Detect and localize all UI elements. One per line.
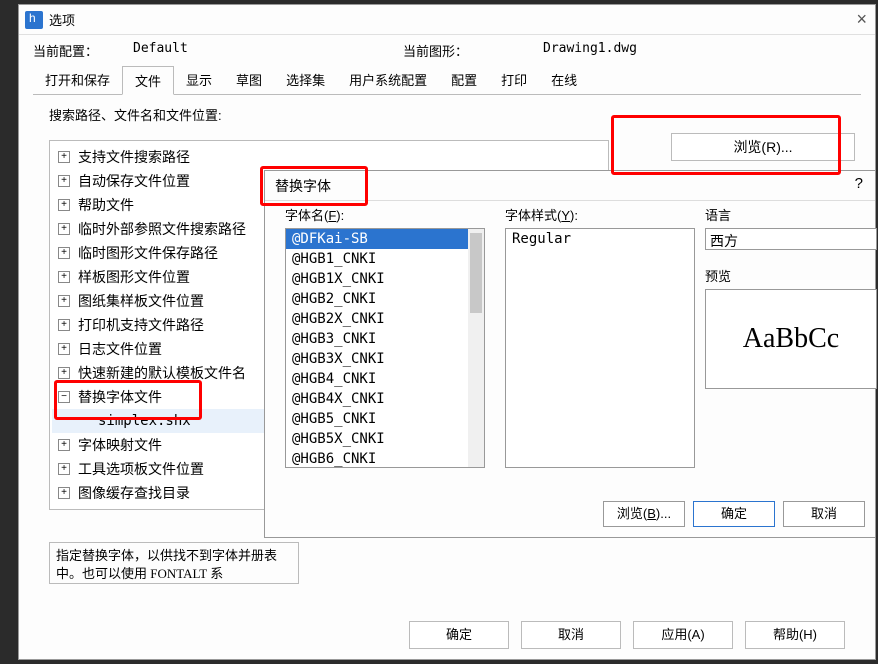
- expand-icon[interactable]: +: [58, 151, 70, 163]
- expand-icon[interactable]: +: [58, 223, 70, 235]
- expand-icon[interactable]: +: [58, 247, 70, 259]
- list-item[interactable]: @HGB3_CNKI: [286, 329, 484, 349]
- preview-label: 预览: [705, 266, 877, 285]
- font-style-column: 字体样式(Y): Regular: [505, 181, 695, 468]
- font-preview: AaBbCc: [705, 289, 877, 389]
- app-logo-icon: [25, 11, 43, 29]
- language-select[interactable]: 西方: [705, 228, 877, 250]
- language-label: 语言: [705, 205, 877, 224]
- expand-icon[interactable]: +: [58, 271, 70, 283]
- list-item[interactable]: @HGB6_CNKI: [286, 449, 484, 468]
- font-lang-preview-column: 语言 西方 预览 AaBbCc: [705, 181, 877, 389]
- browse-button[interactable]: 浏览(R)...: [671, 133, 855, 161]
- expand-icon[interactable]: +: [58, 439, 70, 451]
- expand-icon[interactable]: +: [58, 487, 70, 499]
- tab-bar: 打开和保存 文件 显示 草图 选择集 用户系统配置 配置 打印 在线: [33, 66, 861, 95]
- tab-selection[interactable]: 选择集: [274, 66, 337, 94]
- font-name-listbox[interactable]: @DFKai-SB @HGB1_CNKI @HGB1X_CNKI @HGB2_C…: [285, 228, 485, 468]
- tab-config[interactable]: 配置: [439, 66, 489, 94]
- list-item[interactable]: @HGB5X_CNKI: [286, 429, 484, 449]
- tab-online[interactable]: 在线: [539, 66, 589, 94]
- expand-icon[interactable]: +: [58, 175, 70, 187]
- font-dialog: 替换字体 ? 字体名(F): @DFKai-SB @HGB1_CNKI @HGB…: [264, 170, 876, 538]
- collapse-icon[interactable]: −: [58, 391, 70, 403]
- ok-button[interactable]: 确定: [409, 621, 509, 649]
- close-icon[interactable]: ×: [856, 9, 867, 30]
- window-title: 选项: [49, 10, 75, 29]
- tab-open-save[interactable]: 打开和保存: [33, 66, 122, 94]
- list-item[interactable]: @HGB4X_CNKI: [286, 389, 484, 409]
- description-box: 指定替换字体，以供找不到字体并册表中。也可以使用 FONTALT 系: [49, 542, 299, 584]
- titlebar: 选项 ×: [19, 5, 875, 35]
- dialog-buttons: 确定 取消 应用(A) 帮助(H): [19, 621, 875, 649]
- list-item[interactable]: @HGB5_CNKI: [286, 409, 484, 429]
- font-ok-button[interactable]: 确定: [693, 501, 775, 527]
- cancel-button[interactable]: 取消: [521, 621, 621, 649]
- config-row: 当前配置： Default 当前图形： Drawing1.dwg: [19, 35, 875, 60]
- font-name-label: 字体名(F):: [285, 205, 485, 224]
- current-config-label: 当前配置：: [33, 41, 133, 60]
- scrollbar-thumb[interactable]: [470, 233, 482, 313]
- tab-display[interactable]: 显示: [174, 66, 224, 94]
- expand-icon[interactable]: +: [58, 295, 70, 307]
- list-item[interactable]: @HGB3X_CNKI: [286, 349, 484, 369]
- expand-icon[interactable]: +: [58, 367, 70, 379]
- expand-icon[interactable]: +: [58, 319, 70, 331]
- expand-icon[interactable]: +: [58, 463, 70, 475]
- current-drawing-label: 当前图形：: [403, 41, 543, 60]
- tree-item[interactable]: +支持文件搜索路径: [52, 145, 606, 169]
- current-drawing-value: Drawing1.dwg: [543, 41, 637, 60]
- expand-icon[interactable]: +: [58, 343, 70, 355]
- font-dialog-buttons: 浏览(B)... 确定 取消: [603, 501, 865, 527]
- list-item[interactable]: @HGB2X_CNKI: [286, 309, 484, 329]
- list-item[interactable]: @HGB2_CNKI: [286, 289, 484, 309]
- scrollbar[interactable]: [468, 229, 484, 467]
- section-label: 搜索路径、文件名和文件位置:: [49, 105, 845, 124]
- font-cancel-button[interactable]: 取消: [783, 501, 865, 527]
- tab-user-config[interactable]: 用户系统配置: [337, 66, 439, 94]
- expand-icon[interactable]: +: [58, 199, 70, 211]
- font-style-listbox[interactable]: Regular: [505, 228, 695, 468]
- tab-file[interactable]: 文件: [122, 66, 174, 95]
- tab-sketch[interactable]: 草图: [224, 66, 274, 94]
- list-item[interactable]: @HGB1X_CNKI: [286, 269, 484, 289]
- font-name-column: 字体名(F): @DFKai-SB @HGB1_CNKI @HGB1X_CNKI…: [285, 181, 485, 468]
- help-button[interactable]: 帮助(H): [745, 621, 845, 649]
- font-browse-button[interactable]: 浏览(B)...: [603, 501, 685, 527]
- list-item[interactable]: @HGB4_CNKI: [286, 369, 484, 389]
- font-style-label: 字体样式(Y):: [505, 205, 695, 224]
- apply-button[interactable]: 应用(A): [633, 621, 733, 649]
- tab-print[interactable]: 打印: [489, 66, 539, 94]
- list-item[interactable]: @HGB1_CNKI: [286, 249, 484, 269]
- list-item[interactable]: Regular: [506, 229, 694, 249]
- current-config-value: Default: [133, 41, 403, 60]
- list-item[interactable]: @DFKai-SB: [286, 229, 484, 249]
